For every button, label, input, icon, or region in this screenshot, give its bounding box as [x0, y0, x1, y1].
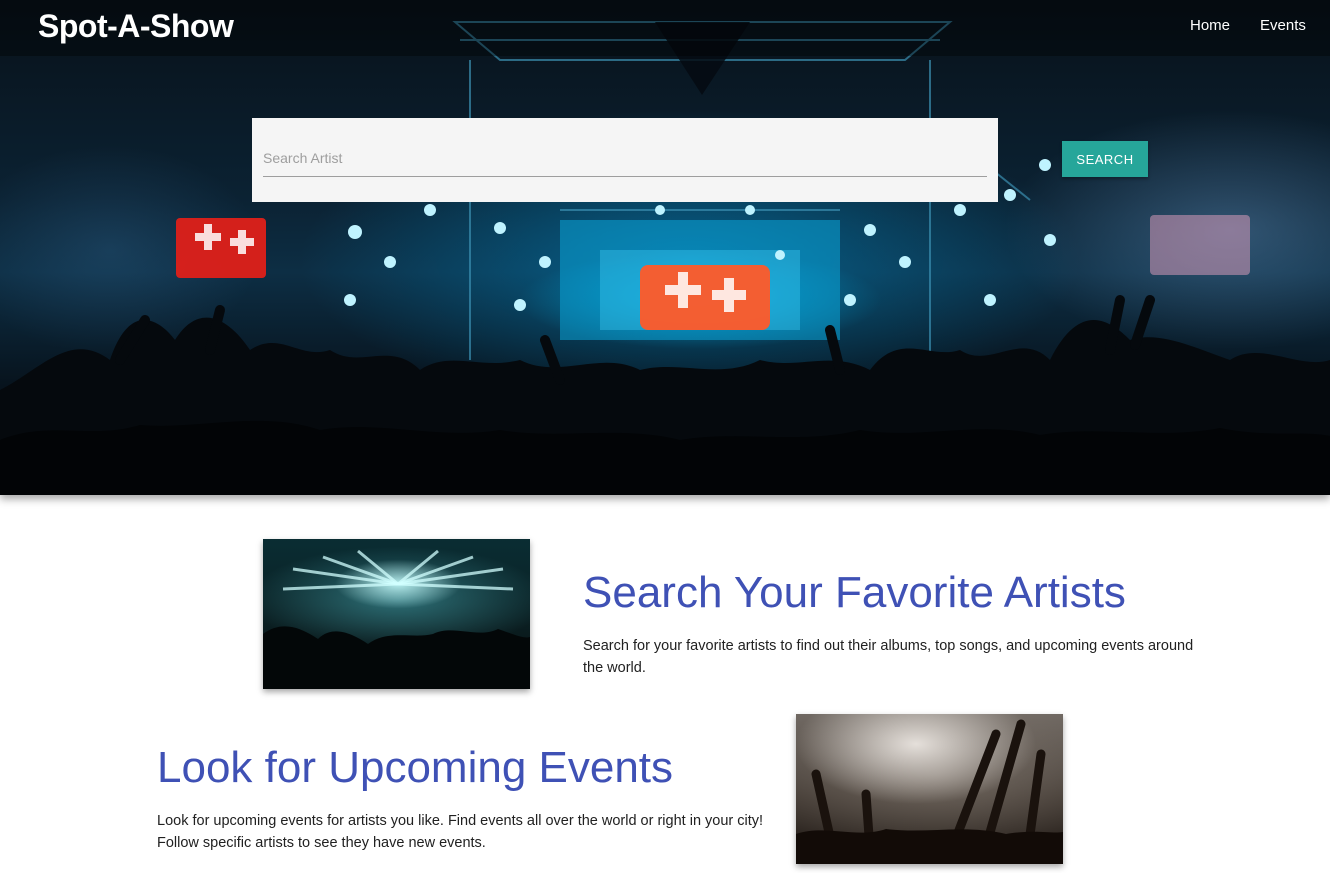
search-artist-input[interactable]: [263, 140, 987, 177]
brand-logo[interactable]: Spot-A-Show: [38, 8, 234, 45]
crowd-hands-illustration: [796, 719, 1063, 864]
feature-title-events: Look for Upcoming Events: [157, 743, 674, 792]
nav-link-home[interactable]: Home: [1190, 17, 1230, 34]
search-panel: [252, 118, 998, 202]
crowd-hands-image: [796, 714, 1063, 864]
hero-banner: Spot-A-Show Home Events SEARCH: [0, 0, 1330, 495]
feature-title-search: Search Your Favorite Artists: [583, 568, 1126, 617]
search-button[interactable]: SEARCH: [1062, 141, 1148, 177]
feature-text-events: Look for upcoming events for artists you…: [157, 813, 764, 851]
concert-lights-image: [263, 539, 530, 689]
top-navbar: Spot-A-Show Home Events: [0, 0, 1330, 56]
stage-lights-illustration: [263, 549, 530, 689]
feature-text-search: Search for your favorite artists to find…: [583, 638, 1194, 676]
nav-link-events[interactable]: Events: [1260, 17, 1306, 34]
concert-stage-image: [0, 21, 1330, 495]
